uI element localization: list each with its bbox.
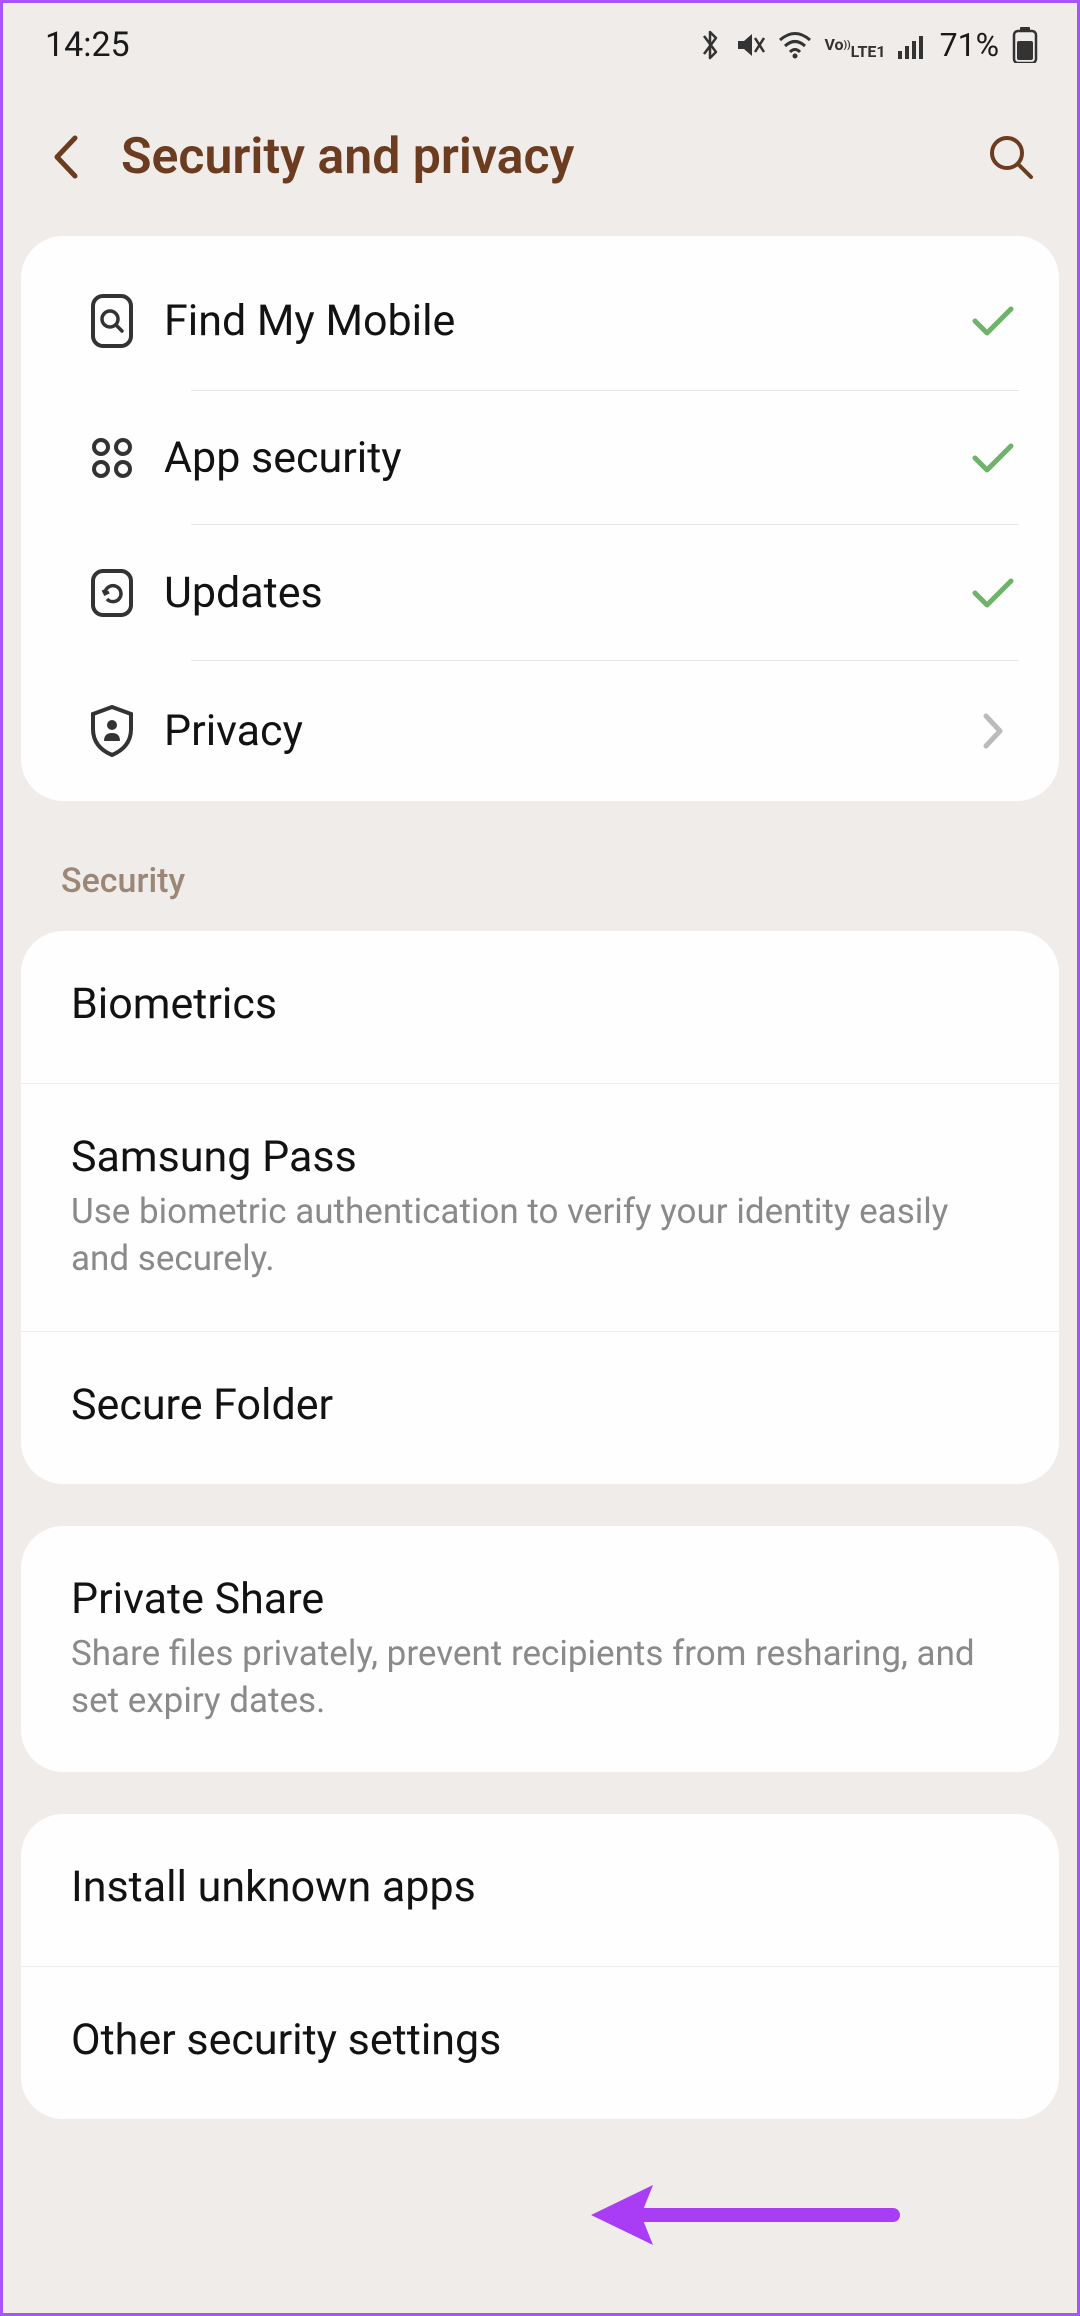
item-biometrics[interactable]: Biometrics	[21, 931, 1059, 1084]
card-overview: Find My Mobile App security Updates	[21, 236, 1059, 801]
shield-user-icon	[87, 703, 137, 759]
item-privacy[interactable]: Privacy	[21, 661, 1059, 801]
item-label: App security	[164, 433, 965, 483]
item-other-security-settings[interactable]: Other security settings	[21, 1967, 1059, 2119]
item-title: Other security settings	[71, 2015, 1009, 2065]
item-secure-folder[interactable]: Secure Folder	[21, 1332, 1059, 1484]
item-label: Find My Mobile	[164, 296, 965, 346]
item-find-my-mobile[interactable]: Find My Mobile	[21, 251, 1059, 391]
item-updates[interactable]: Updates	[21, 525, 1059, 661]
status-bar: 14:25 Vo))LTE1 71%	[3, 3, 1077, 83]
item-private-share[interactable]: Private Share Share files privately, pre…	[21, 1526, 1059, 1773]
page-title: Security and privacy	[121, 128, 953, 186]
card-other: Install unknown apps Other security sett…	[21, 1814, 1059, 2119]
section-header-security: Security	[3, 843, 1077, 931]
item-label: Updates	[164, 568, 965, 618]
status-indicators: Vo))LTE1 71%	[698, 26, 1039, 64]
search-button[interactable]	[983, 129, 1039, 185]
refresh-icon	[87, 567, 137, 619]
item-title: Biometrics	[71, 979, 1009, 1029]
item-install-unknown-apps[interactable]: Install unknown apps	[21, 1814, 1059, 1967]
back-button[interactable]	[41, 132, 91, 182]
battery-icon	[1011, 27, 1039, 63]
volte-icon: Vo))LTE1	[824, 31, 885, 60]
page-header: Security and privacy	[3, 83, 1077, 236]
item-label: Privacy	[164, 706, 965, 756]
mute-icon	[734, 29, 766, 61]
item-subtitle: Share files privately, prevent recipient…	[71, 1630, 1009, 1725]
annotation-arrow	[583, 2175, 903, 2255]
card-security: Biometrics Samsung Pass Use biometric au…	[21, 931, 1059, 1484]
card-share: Private Share Share files privately, pre…	[21, 1526, 1059, 1773]
item-title: Private Share	[71, 1574, 1009, 1624]
chevron-right-icon	[965, 710, 1021, 752]
check-icon	[965, 303, 1021, 339]
item-title: Install unknown apps	[71, 1862, 1009, 1912]
item-subtitle: Use biometric authentication to verify y…	[71, 1188, 1009, 1283]
item-app-security[interactable]: App security	[21, 391, 1059, 525]
apps-grid-icon	[87, 433, 137, 483]
item-title: Samsung Pass	[71, 1132, 1009, 1182]
bluetooth-icon	[698, 28, 722, 62]
item-samsung-pass[interactable]: Samsung Pass Use biometric authenticatio…	[21, 1084, 1059, 1332]
check-icon	[965, 440, 1021, 476]
item-title: Secure Folder	[71, 1380, 1009, 1430]
signal-icon	[898, 31, 928, 59]
battery-percent: 71%	[940, 26, 999, 64]
search-device-icon	[87, 293, 137, 349]
wifi-icon	[778, 31, 812, 59]
check-icon	[965, 575, 1021, 611]
status-time: 14:25	[45, 25, 130, 65]
